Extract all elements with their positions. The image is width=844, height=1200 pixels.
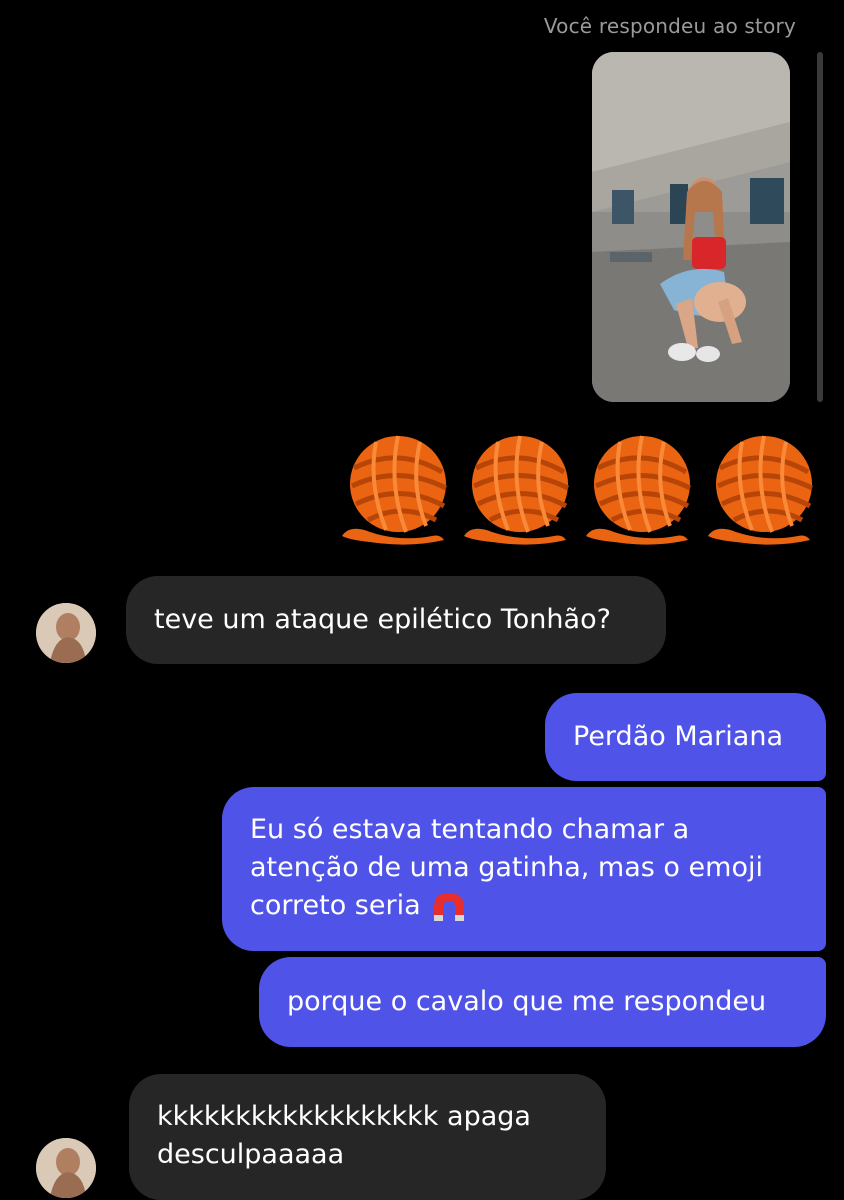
magnet-icon — [434, 892, 465, 921]
message-bubble-outgoing[interactable]: Perdão Mariana — [545, 693, 826, 781]
message-text-line: atenção de uma gatinha, mas o emoji — [250, 852, 763, 883]
message-bubble-incoming[interactable]: kkkkkkkkkkkkkkkkkk apaga desculpaaaaa — [129, 1074, 606, 1200]
message-bubble-outgoing[interactable]: Eu só estava tentando chamar a atenção d… — [222, 787, 826, 951]
message-text-line: correto seria — [250, 890, 421, 921]
avatar[interactable] — [36, 1138, 96, 1198]
message-text-line: desculpaaaaa — [157, 1139, 345, 1170]
message-text-line: kkkkkkkkkkkkkkkkkk apaga — [157, 1101, 531, 1132]
story-reply-caption: Você respondeu ao story — [543, 14, 796, 38]
yarn-ball-icon — [464, 435, 570, 545]
avatar-photo — [36, 1138, 96, 1198]
avatar-photo — [36, 603, 96, 663]
yarn-ball-icon — [586, 435, 692, 545]
yarn-reaction-row — [340, 428, 820, 548]
yarn-ball-icon — [708, 435, 814, 545]
yarn-ball-icon — [342, 435, 448, 545]
message-text: porque o cavalo que me respondeu — [287, 986, 767, 1017]
message-text-line: Eu só estava tentando chamar a — [250, 814, 690, 845]
message-text: teve um ataque epilético Tonhão? — [154, 604, 611, 635]
scrollbar[interactable] — [817, 52, 823, 402]
avatar[interactable] — [36, 603, 96, 663]
message-bubble-outgoing[interactable]: porque o cavalo que me respondeu — [259, 957, 826, 1047]
message-bubble-incoming[interactable]: teve um ataque epilético Tonhão? — [126, 576, 666, 664]
story-thumbnail[interactable] — [592, 52, 790, 402]
message-text: Perdão Mariana — [573, 721, 783, 752]
story-photo — [592, 52, 790, 402]
